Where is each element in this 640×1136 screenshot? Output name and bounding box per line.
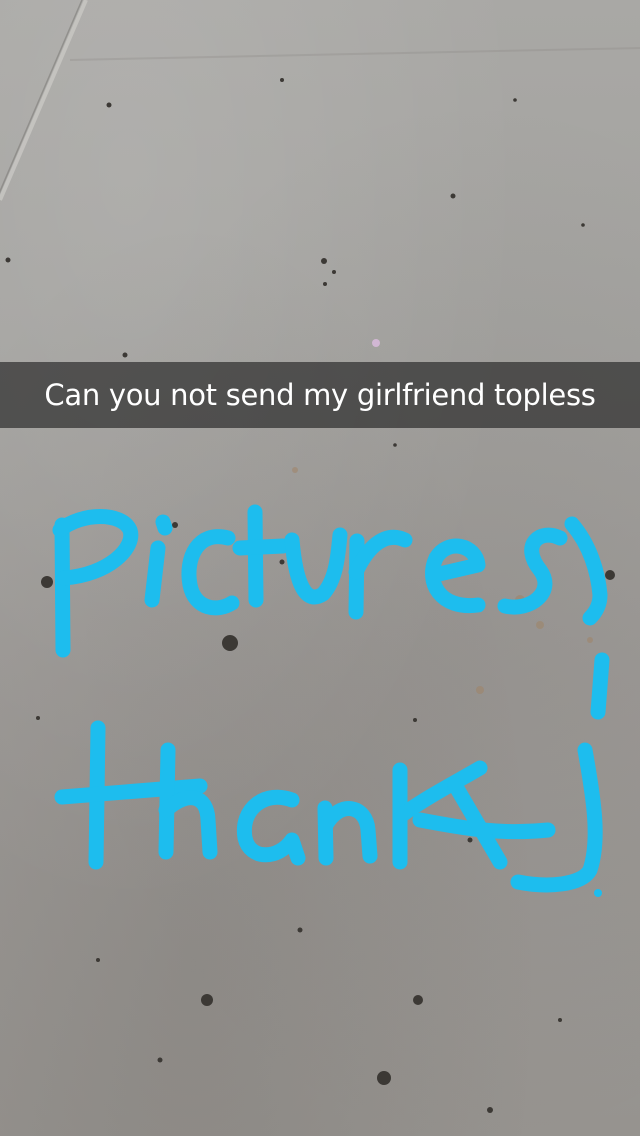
doodle-pictures bbox=[52, 504, 608, 658]
caption-bar[interactable]: Can you not send my girlfriend topless bbox=[0, 362, 640, 428]
snap-photo[interactable]: Can you not send my girlfriend topless bbox=[0, 0, 640, 1136]
caption-text: Can you not send my girlfriend topless bbox=[44, 378, 596, 412]
doodle-thanks bbox=[54, 652, 610, 897]
drawing-overlay bbox=[52, 504, 610, 897]
